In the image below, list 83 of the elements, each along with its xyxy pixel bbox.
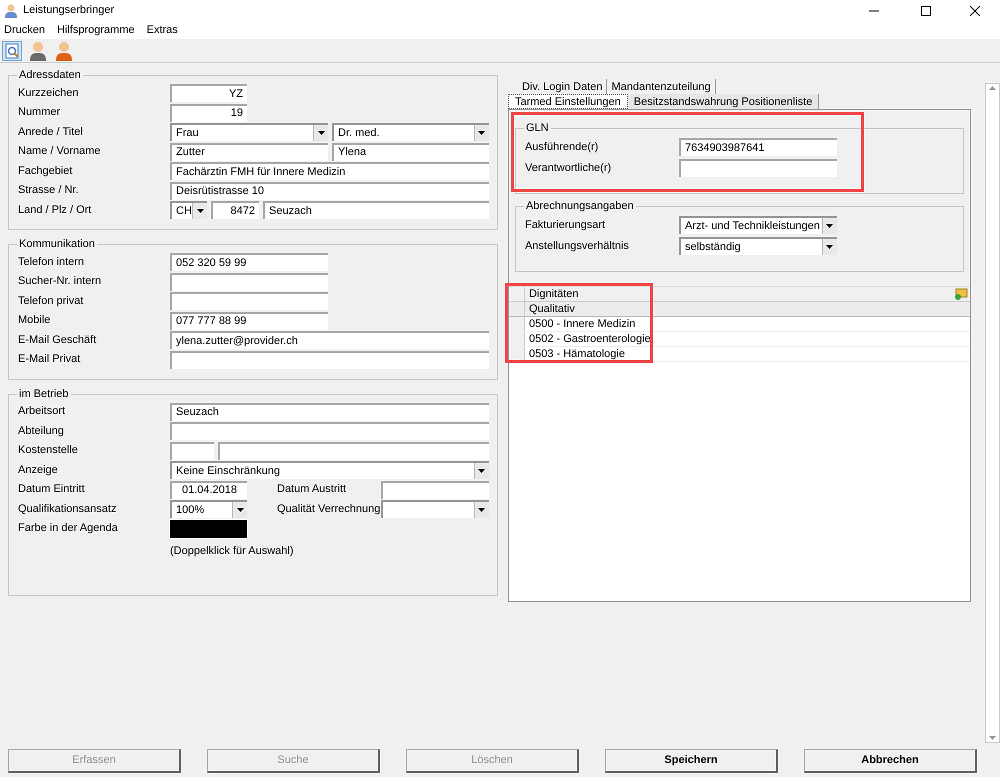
tab[interactable]: Besitzstandswahrung Positionenliste [628, 94, 820, 109]
app-person-icon [5, 4, 17, 18]
person-icon [55, 40, 73, 60]
input-field[interactable] [218, 442, 489, 460]
input-field[interactable] [678, 159, 837, 177]
field-label: Fachgebiet [18, 164, 74, 179]
dropdown-field[interactable]: Frau [170, 123, 328, 141]
scroll-down-icon[interactable] [989, 736, 996, 740]
input-field[interactable]: Fachärztin FMH für Innere Medizin [170, 162, 489, 180]
dropdown-field[interactable]: Arzt- und Technikleistungen [678, 216, 837, 234]
input-field[interactable] [170, 422, 489, 440]
input-field[interactable]: Deisrütistrasse 10 [170, 182, 489, 200]
dropdown-field[interactable]: CH [170, 201, 207, 219]
dropdown-field[interactable] [381, 500, 489, 518]
input-field[interactable] [170, 292, 328, 310]
field-label: Anzeige [18, 462, 59, 478]
input-field[interactable] [170, 272, 328, 290]
scrollbar[interactable] [985, 83, 1000, 743]
field-label: E-Mail Geschäft [18, 332, 98, 348]
field-label: E-Mail Privat [18, 352, 82, 368]
field-label: Verantwortliche(r) [524, 160, 612, 176]
person-icon [29, 40, 47, 60]
field-label: Qualifikationsansatz [18, 502, 118, 517]
field-label: Anrede / Titel [18, 124, 84, 140]
input-field[interactable] [381, 480, 489, 498]
color-swatch[interactable] [170, 520, 247, 538]
hint-text: (Doppelklick für Auswahl) [170, 544, 294, 559]
input-field[interactable]: Seuzach [170, 402, 489, 420]
toolbar-button[interactable] [28, 40, 48, 60]
menu-item[interactable]: Drucken [4, 22, 45, 38]
field-label: Nummer [18, 105, 62, 120]
field-label: Ausführende(r) [524, 140, 600, 155]
input-field[interactable]: Ylena [332, 142, 489, 160]
menu-item[interactable]: Extras [146, 22, 178, 38]
field-label: Land / Plz / Ort [18, 202, 92, 218]
field-label: Fakturierungsart [524, 218, 606, 233]
input-field[interactable]: Seuzach [263, 201, 489, 219]
dropdown-field[interactable]: Dr. med. [332, 123, 489, 141]
action-button[interactable]: Speichern [605, 749, 778, 773]
field-label: Mobile [18, 313, 52, 328]
input-field[interactable]: 7634903987641 [678, 138, 837, 156]
input-field[interactable] [170, 442, 214, 460]
dropdown-field[interactable]: Keine Einschränkung [170, 461, 489, 479]
field-label: Name / Vorname [18, 144, 102, 160]
field-label: Sucher-Nr. intern [18, 274, 102, 290]
table-cell-text: 0502 - Gastroenterologie [528, 332, 651, 347]
field-label: Abteilung [18, 424, 65, 439]
input-field[interactable]: ylena.zutter@provider.ch [170, 331, 489, 349]
field-label: Anstellungsverhältnis [524, 238, 630, 254]
field-label: Farbe in der Agenda [18, 521, 119, 536]
window-title: Leistungserbringer [23, 3, 116, 18]
table-cell-text: 0500 - Innere Medizin [528, 316, 636, 332]
input-field[interactable]: 19 [170, 104, 247, 122]
field-label: Strasse / Nr. [18, 183, 80, 198]
input-field[interactable] [170, 350, 489, 368]
field-label: Kostenstelle [18, 443, 79, 458]
preview-icon [4, 42, 20, 58]
dropdown-field[interactable]: 100% [170, 500, 247, 518]
toolbar-button[interactable] [2, 40, 22, 60]
field-label: Datum Eintritt [18, 482, 86, 498]
column-header: Dignitäten [528, 286, 580, 302]
field-label: Telefon privat [18, 294, 84, 309]
input-field[interactable]: 8472 [211, 201, 259, 219]
field-label: Arbeitsort [18, 404, 66, 420]
menu-item[interactable]: Hilfsprogramme [56, 22, 135, 38]
add-grid-icon[interactable] [954, 288, 968, 300]
field-label: Datum Austritt [277, 482, 348, 498]
toolbar-button[interactable] [54, 40, 74, 60]
table-cell-text: 0503 - Hämatologie [528, 346, 625, 362]
group-title: im Betrieb [17, 386, 71, 400]
field-label: Telefon intern [18, 254, 86, 270]
action-button[interactable]: Abbrechen [804, 749, 977, 773]
input-field[interactable]: Zutter [170, 142, 328, 160]
group-title: Abrechnungsangaben [524, 199, 636, 213]
input-field[interactable]: 052 320 59 99 [170, 253, 328, 271]
tab[interactable]: Tarmed Einstellungen [508, 94, 628, 109]
group-header: Qualitativ [528, 302, 575, 317]
input-field[interactable]: 077 777 88 99 [170, 312, 328, 330]
dropdown-field[interactable]: selbständig [678, 237, 837, 255]
field-label: Kurzzeichen [18, 86, 80, 101]
input-field[interactable]: 01.04.2018 [170, 480, 247, 498]
input-field[interactable]: YZ [170, 84, 247, 102]
scroll-up-icon[interactable] [989, 86, 996, 90]
